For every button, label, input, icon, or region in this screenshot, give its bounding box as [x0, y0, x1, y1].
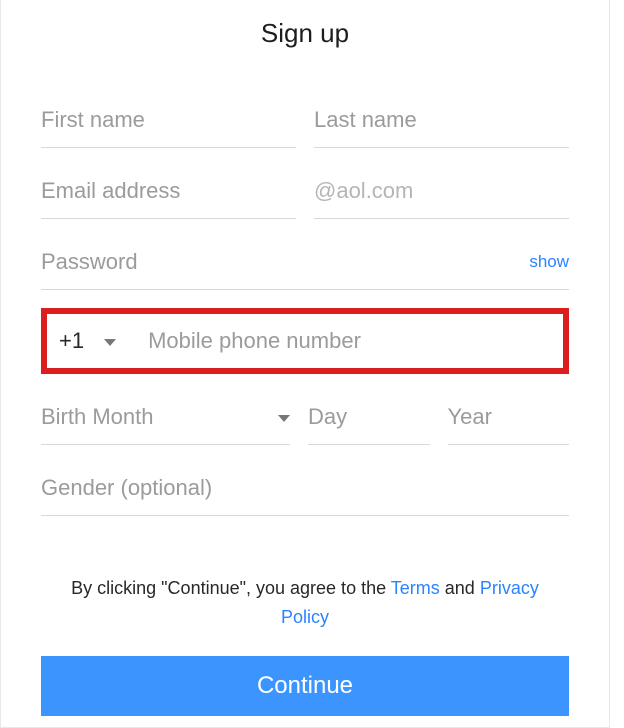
last-name-placeholder: Last name	[314, 107, 417, 132]
email-domain-text: @aol.com	[314, 178, 413, 203]
legal-prefix: By clicking "Continue", you agree to the	[71, 578, 391, 598]
continue-button[interactable]: Continue	[41, 656, 569, 716]
country-code-value: +1	[59, 328, 84, 354]
phone-number-field[interactable]: Mobile phone number	[124, 328, 551, 354]
last-name-field[interactable]: Last name	[314, 95, 569, 148]
password-show-toggle[interactable]: show	[529, 252, 569, 272]
page-title: Sign up	[41, 18, 569, 49]
birthdate-row: Birth Month Day Year	[41, 392, 569, 445]
first-name-field[interactable]: First name	[41, 95, 296, 148]
terms-link[interactable]: Terms	[391, 578, 440, 598]
phone-highlight-box: +1 Mobile phone number	[41, 308, 569, 374]
email-field[interactable]: Email address	[41, 166, 296, 219]
birth-day-field[interactable]: Day	[308, 392, 429, 445]
signup-card: Sign up First name Last name Email addre…	[0, 0, 610, 728]
chevron-down-icon	[278, 415, 290, 422]
legal-text: By clicking "Continue", you agree to the…	[41, 574, 569, 632]
password-placeholder: Password	[41, 249, 138, 275]
gender-field[interactable]: Gender (optional)	[41, 463, 569, 516]
gender-placeholder: Gender (optional)	[41, 475, 212, 500]
birth-year-field[interactable]: Year	[448, 392, 569, 445]
legal-and: and	[440, 578, 480, 598]
first-name-placeholder: First name	[41, 107, 145, 132]
phone-placeholder: Mobile phone number	[148, 328, 361, 353]
name-row: First name Last name	[41, 95, 569, 148]
email-row: Email address @aol.com	[41, 166, 569, 219]
birth-year-placeholder: Year	[448, 404, 492, 429]
password-field[interactable]: Password show	[41, 237, 569, 290]
chevron-down-icon	[104, 339, 116, 346]
email-domain-field: @aol.com	[314, 166, 569, 219]
birth-day-placeholder: Day	[308, 404, 347, 429]
birth-month-select[interactable]: Birth Month	[41, 392, 290, 445]
email-placeholder: Email address	[41, 178, 180, 203]
birth-month-placeholder: Birth Month	[41, 404, 154, 430]
country-code-select[interactable]: +1	[53, 328, 124, 354]
